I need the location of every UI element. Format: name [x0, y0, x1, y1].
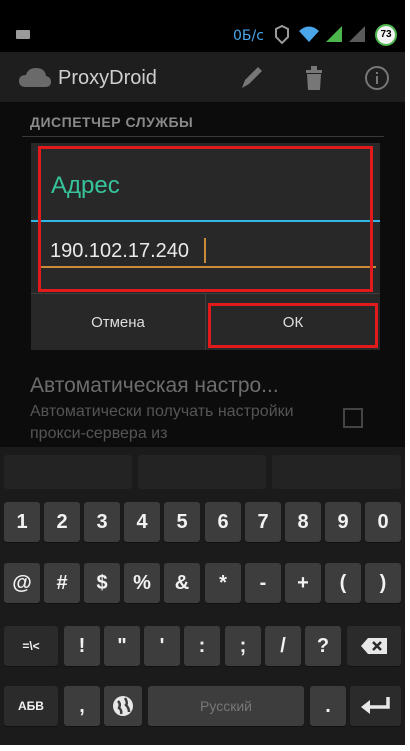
- key-3[interactable]: 3: [84, 502, 120, 542]
- key-percent[interactable]: %: [124, 563, 160, 603]
- key-single-quote[interactable]: ': [144, 626, 180, 666]
- cancel-button[interactable]: Отмена: [31, 294, 205, 350]
- pencil-icon[interactable]: [238, 64, 264, 92]
- network-speed: 0Б/с: [233, 28, 264, 44]
- key-open-paren[interactable]: (: [325, 563, 361, 603]
- backspace-key[interactable]: [347, 626, 401, 666]
- key-slash[interactable]: /: [265, 626, 301, 666]
- key-more-symbols[interactable]: =\<: [4, 626, 58, 666]
- phone-screen: 0Б/с 73 ProxyDroid ДИСПЕТЧЕР СЛУЖБЫ Авто…: [0, 0, 405, 745]
- key-hash[interactable]: #: [44, 563, 80, 603]
- section-divider: [22, 136, 384, 137]
- key-ampersand[interactable]: &: [164, 563, 200, 603]
- key-2[interactable]: 2: [44, 502, 80, 542]
- key-dollar[interactable]: $: [84, 563, 120, 603]
- auto-setup-description: Автоматически получать настройки прокси-…: [30, 403, 294, 442]
- key-question[interactable]: ?: [305, 626, 341, 666]
- key-semicolon[interactable]: ;: [225, 626, 261, 666]
- key-asterisk[interactable]: *: [205, 563, 241, 603]
- section-header: ДИСПЕТЧЕР СЛУЖБЫ: [30, 114, 194, 130]
- enter-icon: [360, 697, 390, 714]
- key-at[interactable]: @: [4, 563, 40, 603]
- key-period[interactable]: .: [310, 686, 346, 726]
- key-double-quote[interactable]: ": [104, 626, 140, 666]
- key-minus[interactable]: -: [245, 563, 281, 603]
- backspace-icon: [361, 638, 387, 654]
- key-1[interactable]: 1: [4, 502, 40, 542]
- suggestion-slot: [4, 455, 132, 489]
- language-key[interactable]: [104, 686, 142, 726]
- key-exclamation[interactable]: !: [64, 626, 100, 666]
- highlight-ok-button: [208, 303, 378, 348]
- wifi-icon: [299, 26, 319, 42]
- trash-icon[interactable]: [303, 64, 325, 92]
- key-close-paren[interactable]: ): [365, 563, 401, 603]
- signal-2-icon: [349, 26, 365, 42]
- app-title: ProxyDroid: [58, 67, 157, 89]
- battery-icon: 73: [375, 24, 397, 46]
- auto-setup-checkbox[interactable]: [343, 408, 363, 428]
- key-colon[interactable]: :: [184, 626, 220, 666]
- space-key[interactable]: Русский: [148, 686, 304, 726]
- key-comma[interactable]: ,: [64, 686, 100, 726]
- info-icon[interactable]: [363, 64, 391, 92]
- suggestion-slot: [272, 455, 401, 489]
- signal-icon: [326, 26, 342, 42]
- notification-icon: [16, 30, 30, 39]
- key-plus[interactable]: +: [285, 563, 321, 603]
- key-4[interactable]: 4: [124, 502, 160, 542]
- sync-icon: [275, 25, 289, 45]
- key-6[interactable]: 6: [205, 502, 241, 542]
- key-9[interactable]: 9: [325, 502, 361, 542]
- key-abc[interactable]: АБВ: [4, 686, 58, 726]
- status-bar: 0Б/с 73: [0, 0, 405, 52]
- suggestion-slot: [138, 455, 266, 489]
- globe-icon: [113, 696, 133, 716]
- key-5[interactable]: 5: [164, 502, 200, 542]
- enter-key[interactable]: [350, 686, 401, 726]
- key-0[interactable]: 0: [365, 502, 401, 542]
- auto-setup-title: Автоматическая настро...: [30, 374, 279, 397]
- highlight-address-field: [38, 146, 373, 292]
- key-8[interactable]: 8: [285, 502, 321, 542]
- cloud-icon: [19, 68, 51, 87]
- key-7[interactable]: 7: [245, 502, 281, 542]
